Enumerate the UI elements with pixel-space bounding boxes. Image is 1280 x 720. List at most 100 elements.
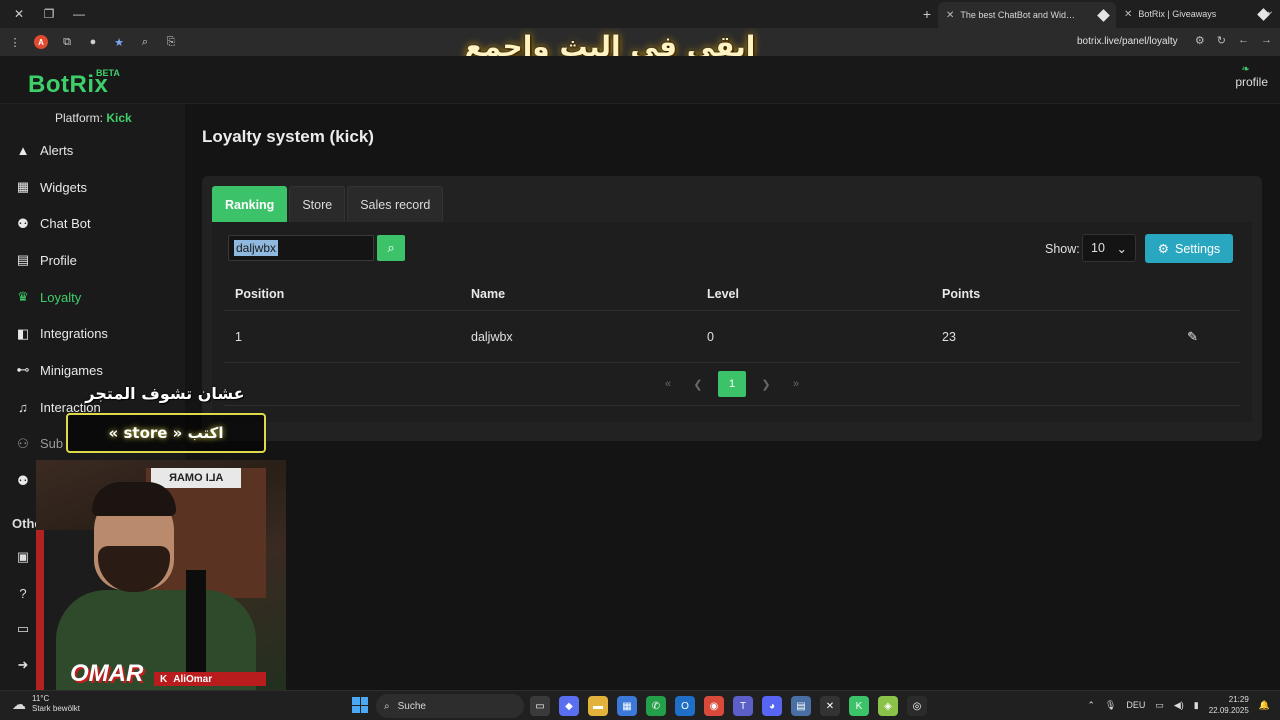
webcam-person-hair <box>92 482 176 516</box>
sidebar-item-integrations[interactable]: ◧ Integrations <box>0 315 185 352</box>
sidebar-item-widgets[interactable]: ▦ Widgets <box>0 169 185 206</box>
windows-taskbar: ☁ 11°C Stark bewölkt ⌕ Suche ▭ ◆ ▬ ▦ ✆ O… <box>0 690 1280 720</box>
close-window-icon[interactable]: ✕ <box>6 3 32 25</box>
table-header: Position Name Level Points <box>224 277 1240 311</box>
page-size-value: 10 <box>1091 241 1105 255</box>
bluestacks-icon[interactable]: ◈ <box>878 696 898 716</box>
notes-icon[interactable]: ▤ <box>791 696 811 716</box>
site-settings-icon[interactable]: ⚙ <box>1195 34 1205 47</box>
system-tray: ⌃ 🎙 DEU ▭ ◀) ▮ 21:29 22.09.2025 🔔 <box>1087 694 1270 716</box>
obs-icon[interactable]: ◎ <box>907 696 927 716</box>
browser-tab-inactive[interactable]: ✕ BotRix | Giveaways <box>1116 1 1276 27</box>
tab-ranking[interactable]: Ranking <box>212 186 288 222</box>
column-header-position[interactable]: Position <box>235 287 284 301</box>
taskbar-search[interactable]: ⌕ Suche <box>376 694 524 718</box>
network-icon[interactable]: ▭ <box>1155 700 1164 711</box>
clock[interactable]: 21:29 22.09.2025 <box>1209 694 1249 716</box>
kick-app-icon[interactable]: K <box>849 696 869 716</box>
sidebar-item-profile[interactable]: ▤ Profile <box>0 242 185 279</box>
platform-indicator: Platform: Kick <box>55 111 132 125</box>
settings-label: Settings <box>1175 241 1221 256</box>
minimize-window-icon[interactable]: — <box>66 3 92 25</box>
chrome-icon[interactable]: ◉ <box>704 696 724 716</box>
panel-divider <box>224 405 1240 406</box>
edit-pencil-icon[interactable]: ✎ <box>1187 329 1198 345</box>
tab-store[interactable]: Store <box>289 186 346 222</box>
profile-link[interactable]: ❧ profile <box>1235 64 1268 89</box>
bookmark-star-icon[interactable]: ★ <box>112 35 126 49</box>
show-label: Show: <box>1045 242 1080 256</box>
webcam-poster: ALI OMAR <box>151 468 241 488</box>
platform-value: Kick <box>106 111 132 125</box>
translate-icon[interactable]: ⎘ <box>164 35 178 49</box>
search-selected-text: daljwbx <box>234 240 279 256</box>
app-header: BotRix BETA ❧ profile <box>0 56 1280 104</box>
logout-icon[interactable]: ➜ <box>15 657 31 673</box>
notification-bell-icon[interactable]: 🔔 <box>1259 700 1270 711</box>
stream-overlay-promo-box: اكتب « store » <box>66 413 266 453</box>
laptop-icon[interactable]: ▭ <box>15 621 31 637</box>
weather-widget[interactable]: ☁ 11°C Stark bewölkt <box>12 694 80 714</box>
close-tab-icon[interactable]: ✕ <box>1124 9 1132 20</box>
sidebar-item-alerts[interactable]: ▲ Alerts <box>0 132 185 169</box>
weather-desc: Stark bewölkt <box>32 704 81 713</box>
tab-list-icon[interactable]: ⌄ <box>1266 6 1274 17</box>
close-tab-icon[interactable]: ✕ <box>946 10 954 21</box>
scroll-icon[interactable]: ▣ <box>15 549 31 565</box>
prev-page-icon[interactable]: ❮ <box>688 371 708 397</box>
windows-start-icon[interactable] <box>352 697 368 713</box>
app-x-icon[interactable]: ✕ <box>820 696 840 716</box>
battery-icon[interactable]: ▮ <box>1194 700 1199 711</box>
reload-icon[interactable]: ↻ <box>1217 34 1226 47</box>
file-explorer-icon[interactable]: ▬ <box>588 696 608 716</box>
cell-points: 23 <box>942 329 956 344</box>
profile-avatar-icon[interactable]: A <box>34 35 48 49</box>
address-bar[interactable]: botrix.live/panel/loyalty <box>1077 36 1178 47</box>
menu-dots-icon[interactable]: ⋮ <box>8 35 22 49</box>
streamer-name-banner: OMAR K AliOmar <box>36 660 288 690</box>
vpn-icon[interactable]: ● <box>86 35 100 49</box>
column-header-name[interactable]: Name <box>471 287 505 301</box>
leaf-icon: ❧ <box>1241 64 1250 75</box>
new-tab-button[interactable]: + <box>916 6 938 22</box>
task-view-icon[interactable]: ▭ <box>530 696 550 716</box>
copilot-icon[interactable]: ◆ <box>559 696 579 716</box>
sidebar-item-chat-bot[interactable]: ⚉ Chat Bot <box>0 205 185 242</box>
last-page-icon[interactable]: » <box>786 371 806 397</box>
volume-icon[interactable]: ◀) <box>1174 700 1184 711</box>
language-indicator[interactable]: DEU <box>1126 700 1145 710</box>
table-row: 1 daljwbx 0 23 ✎ <box>224 311 1240 363</box>
tab-title: BotRix | Giveaways <box>1138 9 1217 19</box>
zoom-icon[interactable]: ⌕ <box>138 35 152 49</box>
page-current[interactable]: 1 <box>718 371 746 397</box>
stream-overlay-promo-line2: اكتب « store » <box>108 424 224 442</box>
back-icon[interactable]: ← <box>1238 34 1249 47</box>
browser-tab-active[interactable]: ✕ The best ChatBot and Widgets <box>938 2 1116 28</box>
discord-icon[interactable]: ◕ <box>762 696 782 716</box>
tab-sales-record[interactable]: Sales record <box>347 186 444 222</box>
help-icon[interactable]: ? <box>15 585 31 601</box>
warning-icon: ▲ <box>16 142 30 158</box>
taskbar-apps: ▭ ◆ ▬ ▦ ✆ O ◉ T ◕ ▤ ✕ K ◈ ◎ <box>530 696 927 716</box>
store-icon[interactable]: ▦ <box>617 696 637 716</box>
column-header-points[interactable]: Points <box>942 287 980 301</box>
taskbar-search-label: Suche <box>397 700 426 712</box>
settings-button[interactable]: ⚙ Settings <box>1145 234 1233 263</box>
column-header-level[interactable]: Level <box>707 287 739 301</box>
microphone-icon[interactable]: 🎙 <box>1105 700 1116 711</box>
gears-icon: ⚙ <box>1157 242 1170 256</box>
teams-icon[interactable]: T <box>733 696 753 716</box>
first-page-icon[interactable]: « <box>658 371 678 397</box>
clock-time: 21:29 <box>1228 695 1249 704</box>
whatsapp-icon[interactable]: ✆ <box>646 696 666 716</box>
search-button[interactable]: ⌕ <box>377 235 405 261</box>
next-page-icon[interactable]: ❯ <box>756 371 776 397</box>
sidebar-item-loyalty[interactable]: ♛ Loyalty <box>0 279 185 316</box>
forward-icon[interactable]: → <box>1261 34 1272 47</box>
restore-window-icon[interactable]: ❐ <box>36 3 62 25</box>
chevron-up-icon[interactable]: ⌃ <box>1087 700 1095 711</box>
page-size-select[interactable]: 10 ⌄ <box>1082 234 1136 262</box>
cell-level: 0 <box>707 329 714 344</box>
outlook-icon[interactable]: O <box>675 696 695 716</box>
extensions-icon[interactable]: ⧉ <box>60 35 74 49</box>
